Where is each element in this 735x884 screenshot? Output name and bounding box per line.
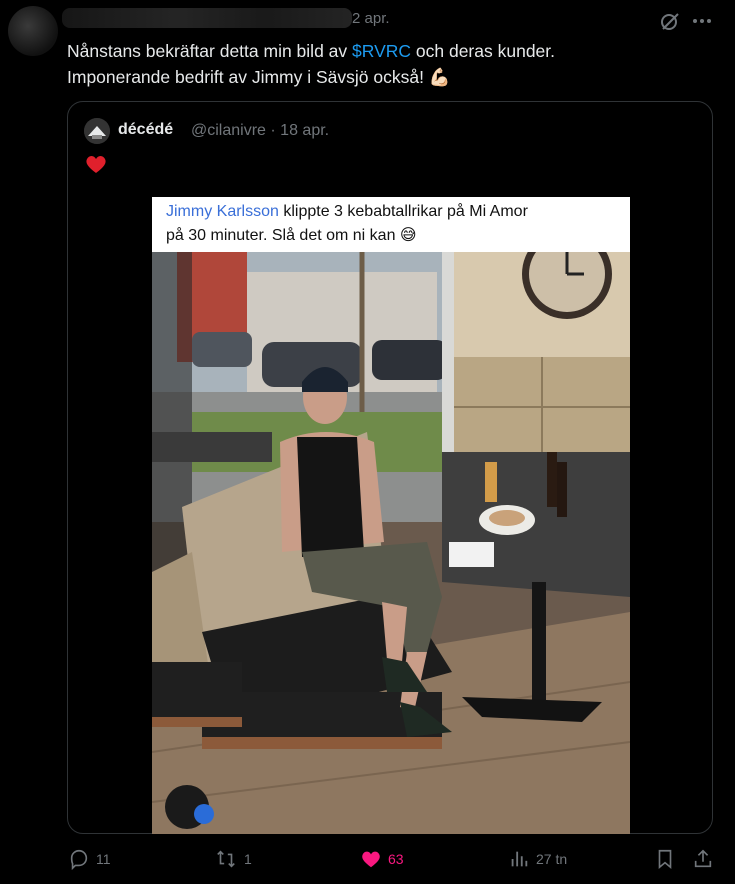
- bookmark-icon: [658, 849, 672, 870]
- more-options-icon[interactable]: [690, 9, 714, 33]
- like-count: 63: [388, 851, 404, 867]
- tweet-text: Nånstans bekräftar detta min bild av $RV…: [67, 38, 707, 90]
- like-button[interactable]: 63: [360, 848, 404, 870]
- views-count: 27 tn: [536, 851, 568, 867]
- quoted-tweet[interactable]: décédé @cilanivre · 18 apr. Jimmy Karlss…: [67, 101, 713, 834]
- redacted-author-name: [62, 8, 352, 28]
- share-icon: [694, 849, 712, 868]
- quoted-author-handle[interactable]: @cilanivre · 18 apr.: [191, 122, 329, 140]
- cashtag-link[interactable]: $RVRC: [352, 41, 411, 61]
- reply-icon: [70, 849, 88, 870]
- heart-filled-icon: [362, 851, 380, 868]
- tweet-date[interactable]: 2 apr.: [352, 10, 390, 27]
- author-avatar[interactable]: [8, 6, 58, 56]
- quoted-handle-text: @cilanivre: [191, 122, 266, 139]
- quoted-author-name[interactable]: décédé: [118, 121, 173, 139]
- views-button[interactable]: 27 tn: [508, 848, 567, 870]
- quoted-author-avatar[interactable]: [84, 118, 110, 144]
- action-bar: 11 1 63 27 tn: [0, 848, 735, 878]
- repost-button[interactable]: 1: [214, 848, 252, 870]
- quoted-date: 18 apr.: [280, 122, 330, 139]
- caption-line1: klippte 3 kebabtallrikar på Mi Amor: [278, 203, 528, 220]
- tweet-text-part1: Nånstans bekräftar detta min bild av: [67, 41, 353, 61]
- reply-button[interactable]: 11: [68, 848, 111, 870]
- restaurant-photo: [152, 252, 630, 834]
- share-button[interactable]: [692, 848, 720, 870]
- tweet-text-part2: och deras kunder.: [411, 41, 556, 61]
- caption-line2: på 30 minuter. Slå det om ni kan 😅: [166, 227, 417, 244]
- separator-dot: ·: [270, 122, 276, 139]
- analytics-icon: [511, 851, 528, 867]
- tweet-text-line2: Imponerande bedrift av Jimmy i Sävsjö oc…: [67, 67, 451, 87]
- repost-icon: [217, 850, 235, 868]
- quoted-media-image[interactable]: Jimmy Karlsson klippte 3 kebabtallrikar …: [152, 197, 630, 834]
- reply-count: 11: [96, 851, 111, 867]
- repost-count: 1: [244, 851, 252, 867]
- grok-icon[interactable]: [658, 9, 682, 33]
- bookmark-button[interactable]: [654, 848, 682, 870]
- caption-name-link: Jimmy Karlsson: [166, 203, 279, 220]
- heart-emoji-icon: [86, 156, 106, 173]
- embedded-caption: Jimmy Karlsson klippte 3 kebabtallrikar …: [152, 197, 630, 252]
